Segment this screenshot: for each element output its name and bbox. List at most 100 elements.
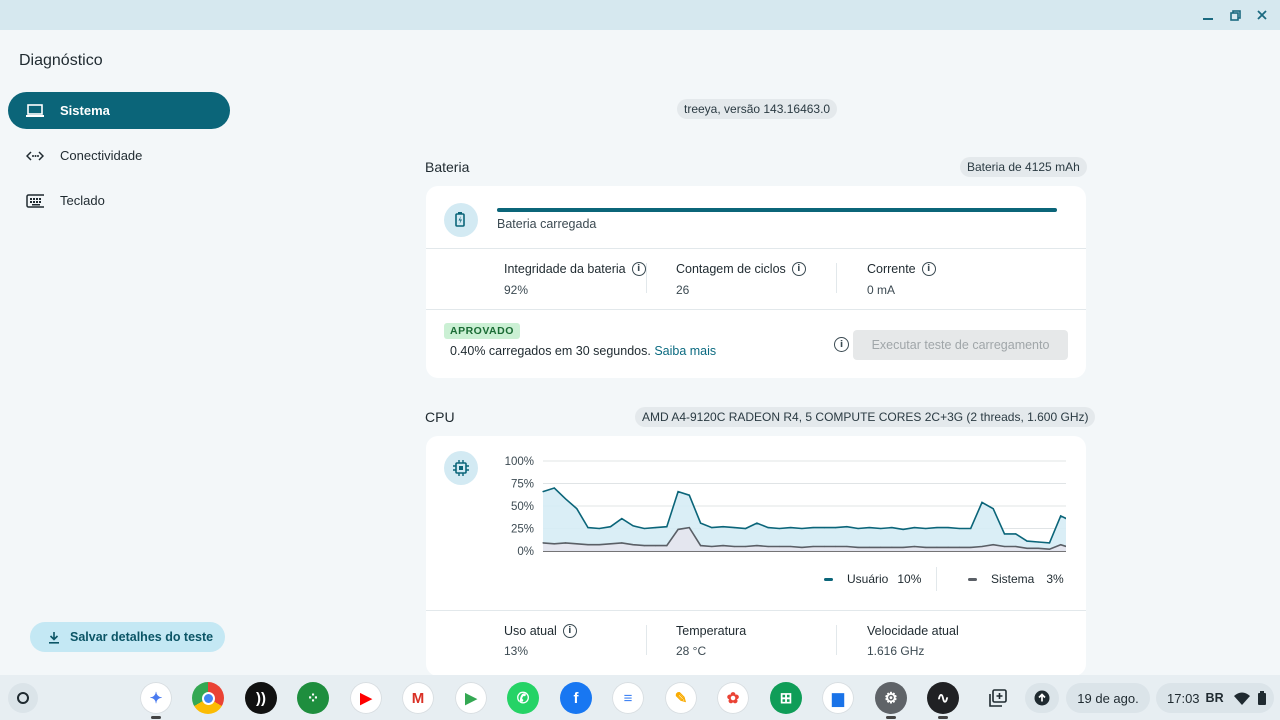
sidebar-item-label: Conectividade [60,148,143,163]
data-point [542,542,544,544]
info-icon[interactable]: i [791,262,806,276]
data-point [632,525,634,527]
play-store-icon[interactable]: ▶ [455,682,487,714]
app-grid-icon[interactable]: ⁘ [297,682,329,714]
current-speed-value: 1.616 GHz [867,644,925,658]
battery-capacity-badge: Bateria de 4125 mAh [960,157,1087,177]
data-point [970,527,972,530]
sidebar-item-label: Sistema [60,103,110,118]
battery-section-title: Bateria [425,159,470,175]
divider [936,567,937,591]
save-details-label: Salvar detalhes do teste [70,630,214,644]
cast-icon[interactable]: )) [245,682,277,714]
photos-icon[interactable]: ✿ [717,682,749,714]
keep-icon[interactable]: ✎ [665,682,697,714]
data-point [992,544,994,546]
legend-system: Sistema 3% [968,572,1064,586]
info-icon[interactable]: i [834,337,849,352]
data-point [553,487,555,489]
files-icon[interactable]: ▆ [822,682,854,714]
screen-capture-button[interactable] [987,687,1009,709]
version-badge: treeya, versão 143.16463.0 [677,99,838,119]
battery-icon [444,203,478,237]
data-point [812,527,814,529]
cycle-count-value: 26 [676,283,690,297]
run-charge-test-button[interactable]: Executar teste de carregamento [853,330,1068,360]
date-button[interactable]: 19 de ago. [1066,683,1150,713]
settings-icon[interactable]: ⚙ [875,682,907,714]
data-point [925,546,927,548]
sidebar-item-sistema[interactable]: Sistema [8,92,230,129]
data-point [542,491,544,493]
gmail-icon[interactable]: M [402,682,434,714]
data-point [992,508,994,510]
whatsapp-icon[interactable]: ✆ [507,682,539,714]
tray-status-button[interactable] [1025,683,1059,713]
status-badge: APROVADO [444,323,520,339]
battery-card: Bateria carregada Integridade da bateria… [426,186,1086,378]
y-tick-label: 75% [511,479,534,491]
shelf: ✦)) ⁘ ▶ M ▶ ✆ f ≡ ✎ ✿ ⊞ ▆ ⚙ ∿ 19 de ago. 17:03 BR [0,675,1280,720]
data-point [756,545,758,547]
launcher-button[interactable] [8,683,38,713]
screenshot-icon [989,689,1007,707]
battery-health-text: Integridade da bateria [504,262,626,276]
divider [426,610,1086,611]
running-indicator [938,716,948,719]
data-point [1015,533,1017,535]
running-indicator [886,716,896,719]
data-point [868,546,870,548]
legend-system-swatch [968,577,977,581]
cpu-model-badge: AMD A4-9120C RADEON R4, 5 COMPUTE CORES … [635,407,1096,427]
data-point [868,527,870,529]
data-point [880,546,882,548]
divider [426,248,1086,249]
data-point [700,522,702,524]
data-point [711,545,713,548]
laptop-icon [26,103,44,118]
minimize-icon[interactable] [1199,6,1217,24]
data-point [722,545,724,547]
sheets-icon[interactable]: ⊞ [770,682,802,714]
data-point [958,546,961,548]
data-point [564,498,567,500]
data-point [587,527,589,529]
gemini-icon[interactable]: ✦ [140,682,172,714]
sidebar-item-conectividade[interactable]: Conectividade [8,137,230,174]
app-title: Diagnóstico [19,52,103,69]
data-point [891,546,893,548]
status-area-button[interactable]: 17:03 BR [1156,683,1274,713]
current-speed-label: Velocidade atual [867,624,959,638]
data-point [1037,547,1039,549]
learn-more-link[interactable]: Saiba mais [654,344,716,358]
data-point [655,545,657,547]
data-point [1048,542,1051,544]
data-point [733,545,735,548]
data-point [767,545,769,548]
info-icon[interactable]: i [562,624,577,638]
facebook-icon[interactable]: f [560,682,592,714]
sidebar-item-teclado[interactable]: Teclado [8,182,230,219]
data-point [621,542,623,544]
y-tick-label: 100% [505,456,534,468]
close-icon[interactable] [1253,6,1271,24]
data-point [700,545,702,547]
info-icon[interactable]: i [631,262,646,276]
running-indicator [151,716,161,719]
data-point [564,542,567,544]
youtube-icon[interactable]: ▶ [350,682,382,714]
chrome-icon[interactable] [192,682,224,714]
diagnostics-icon[interactable]: ∿ [927,682,959,714]
clock: 17:03 [1167,690,1200,706]
data-point [767,527,769,529]
battery-health-value: 92% [504,283,529,297]
data-point [1003,533,1006,535]
docs-icon[interactable]: ≡ [612,682,644,714]
download-icon [48,631,60,644]
data-point [587,544,589,546]
data-point [970,546,972,548]
maximize-icon[interactable] [1226,6,1244,24]
save-details-button[interactable]: Salvar detalhes do teste [30,622,225,652]
data-point [790,527,792,529]
info-icon[interactable]: i [921,262,936,276]
